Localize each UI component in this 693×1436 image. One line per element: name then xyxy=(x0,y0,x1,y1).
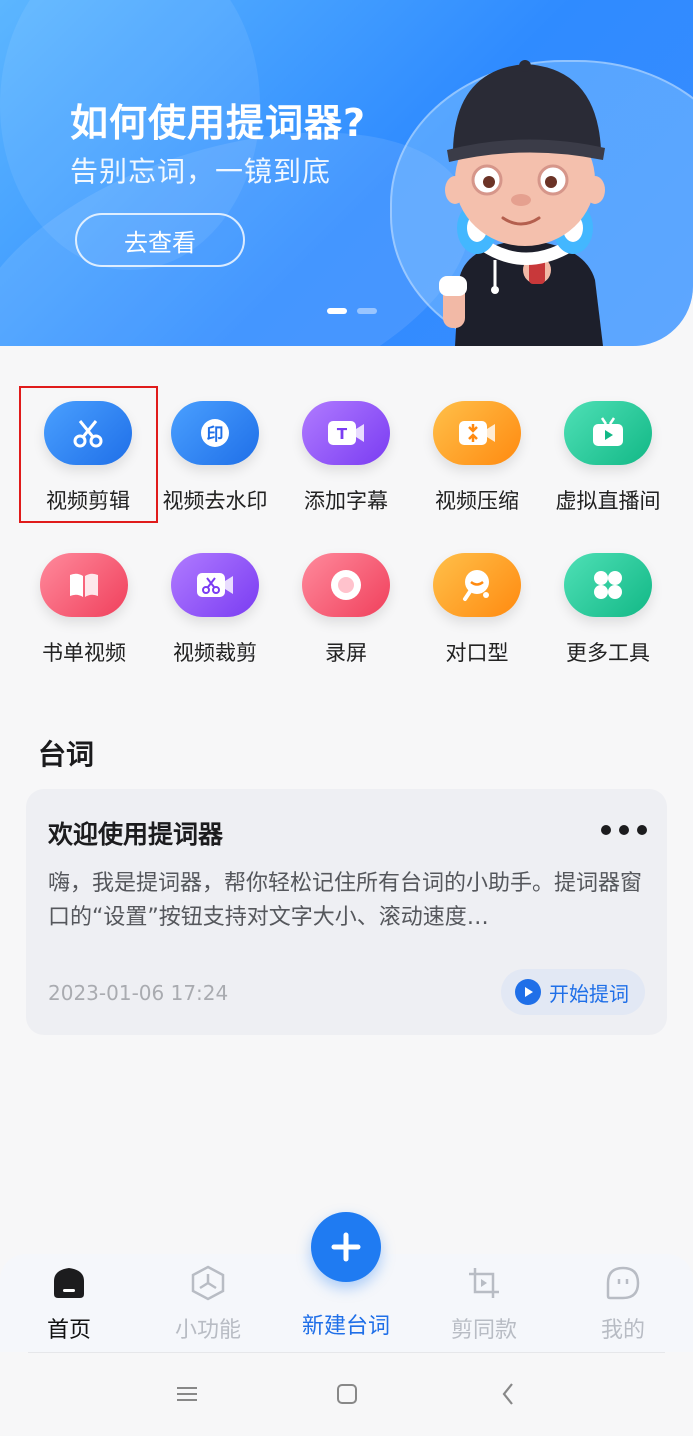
selection-highlight xyxy=(19,386,158,523)
watermark-icon: 印 xyxy=(171,401,259,465)
profile-icon xyxy=(606,1266,640,1300)
nav-home[interactable]: 首页 xyxy=(4,1264,134,1344)
nav-label: 首页 xyxy=(46,1318,91,1343)
tool-label: 视频裁剪 xyxy=(173,641,257,665)
tool-label: 添加字幕 xyxy=(304,489,388,513)
script-preview: 嗨，我是提词器，帮你轻松记住所有台词的小助手。提词器窗口的“设置”按钮支持对文字… xyxy=(48,871,643,930)
subtitle-icon: T xyxy=(302,401,390,465)
crop-template-icon xyxy=(469,1268,499,1298)
book-icon xyxy=(40,553,128,617)
tool-label: 录屏 xyxy=(325,641,367,665)
section-title: 台词 xyxy=(38,738,95,771)
plus-icon xyxy=(331,1232,361,1262)
svg-text:印: 印 xyxy=(207,425,224,445)
menu-icon xyxy=(177,1387,197,1401)
tool-video-compress[interactable]: 视频压缩 xyxy=(412,401,542,521)
script-title: 欢迎使用提词器 xyxy=(48,820,224,849)
banner-title: 如何使用提词器? xyxy=(70,101,367,145)
nav-label: 小功能 xyxy=(174,1318,241,1343)
tool-remove-watermark[interactable]: 印 视频去水印 xyxy=(150,401,280,521)
nav-new-script[interactable]: 新建台词 xyxy=(281,1298,411,1340)
crop-video-icon xyxy=(171,553,259,617)
square-icon xyxy=(337,1384,357,1404)
banner-view-button[interactable]: 去查看 xyxy=(75,213,245,267)
banner-dot xyxy=(357,308,377,314)
record-icon xyxy=(302,553,390,617)
nav-label: 新建台词 xyxy=(301,1314,390,1339)
tool-booklist-video[interactable]: 书单视频 xyxy=(19,553,149,673)
home-icon xyxy=(54,1268,84,1298)
script-card[interactable]: 欢迎使用提词器 嗨，我是提词器，帮你轻松记住所有台词的小助手。提词器窗口的“设置… xyxy=(26,789,667,1035)
banner-subtitle: 告别忘词，一镜到底 xyxy=(70,155,332,188)
play-icon xyxy=(515,979,541,1005)
tool-video-crop[interactable]: 视频裁剪 xyxy=(150,553,280,673)
home-system-button[interactable] xyxy=(327,1379,367,1409)
tool-label: 视频去水印 xyxy=(162,489,268,513)
promo-banner[interactable]: 如何使用提词器? 告别忘词，一镜到底 去查看 xyxy=(0,0,693,346)
system-nav-bar xyxy=(0,1353,693,1436)
tool-label: 虚拟直播间 xyxy=(555,489,661,513)
tool-screen-record[interactable]: 录屏 xyxy=(281,553,411,673)
tool-label: 更多工具 xyxy=(566,641,650,665)
recents-button[interactable] xyxy=(167,1379,207,1409)
new-script-fab[interactable] xyxy=(311,1212,381,1282)
back-arrow-icon xyxy=(502,1383,513,1405)
tool-label: 书单视频 xyxy=(42,641,126,665)
tool-more-tools[interactable]: 更多工具 xyxy=(543,553,673,673)
script-timestamp: 2023-01-06 17:24 xyxy=(48,981,229,1005)
nav-features[interactable]: 小功能 xyxy=(143,1264,273,1344)
live-tv-icon xyxy=(564,401,652,465)
features-icon xyxy=(191,1265,225,1301)
start-prompter-label: 开始提词 xyxy=(549,981,629,1006)
tool-label: 视频压缩 xyxy=(435,489,519,513)
nav-label: 剪同款 xyxy=(450,1318,517,1343)
svg-text:T: T xyxy=(337,425,348,443)
more-options-icon[interactable] xyxy=(601,825,647,835)
mascot-illustration xyxy=(439,60,605,346)
nav-label: 我的 xyxy=(600,1318,645,1343)
more-tools-icon xyxy=(564,553,652,617)
tool-lip-sync[interactable]: 对口型 xyxy=(412,553,542,673)
lipsync-icon xyxy=(433,553,521,617)
tool-virtual-live[interactable]: 虚拟直播间 xyxy=(543,401,673,521)
banner-dot-active xyxy=(327,308,347,314)
tool-add-subtitle[interactable]: T 添加字幕 xyxy=(281,401,411,521)
banner-pagination xyxy=(327,308,377,314)
nav-profile[interactable]: 我的 xyxy=(558,1264,688,1344)
back-button[interactable] xyxy=(488,1379,528,1409)
nav-template[interactable]: 剪同款 xyxy=(419,1264,549,1344)
compress-icon xyxy=(433,401,521,465)
tool-label: 对口型 xyxy=(445,641,509,665)
start-prompter-button[interactable]: 开始提词 xyxy=(501,969,645,1015)
